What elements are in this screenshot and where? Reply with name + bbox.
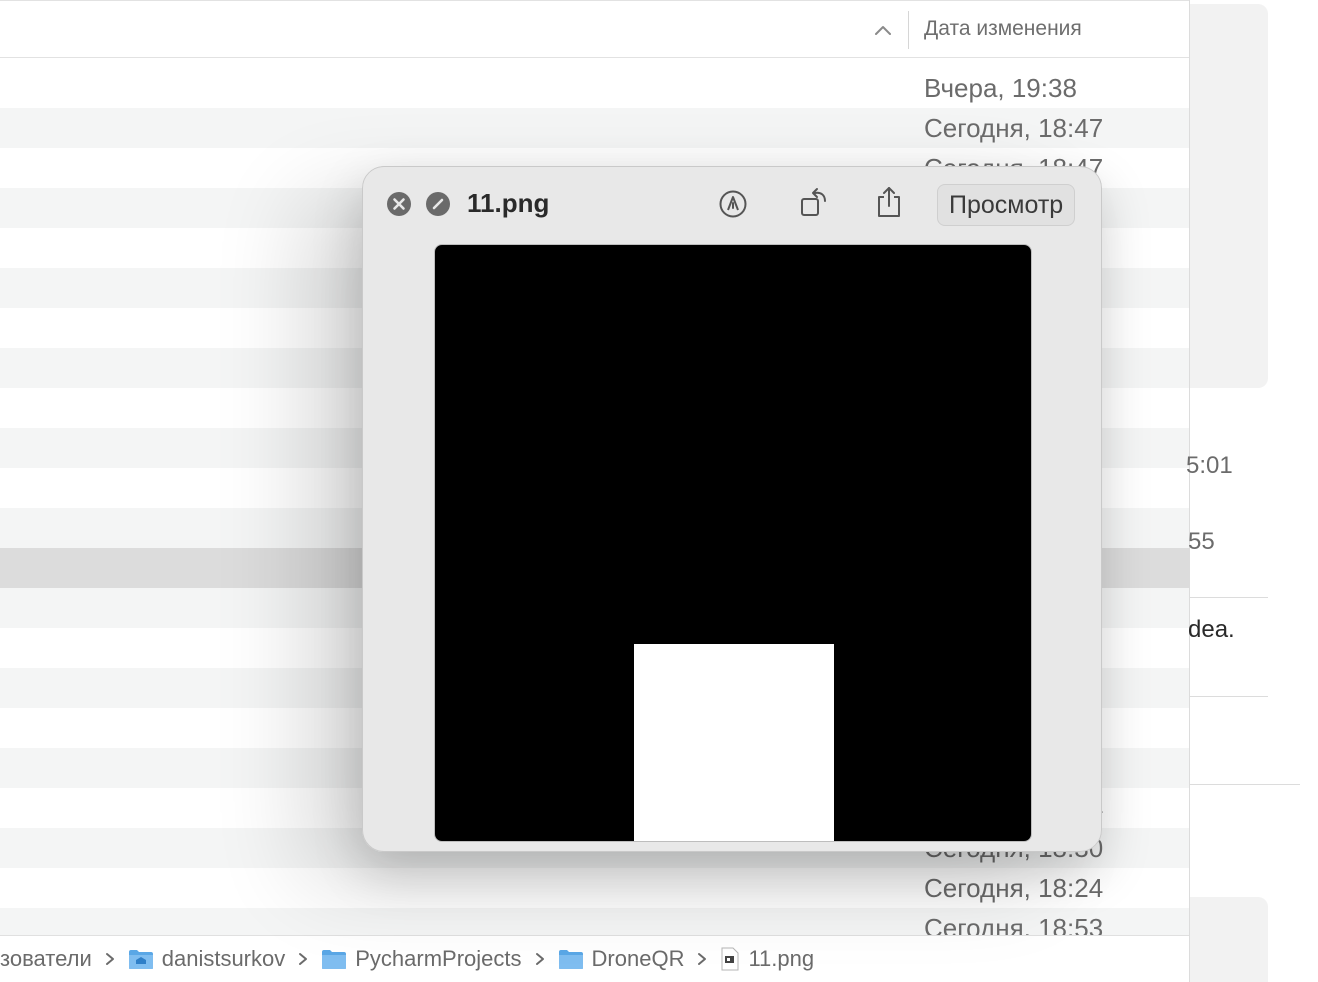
path-item[interactable]: 11.png — [720, 946, 814, 972]
chevron-right-icon — [535, 953, 544, 965]
home-folder-icon — [128, 949, 153, 969]
png-file-icon — [721, 947, 739, 971]
folder-icon — [322, 949, 347, 969]
path-item[interactable]: зователи — [0, 946, 92, 972]
path-item-label: 11.png — [748, 946, 815, 971]
path-item[interactable]: PycharmProjects — [321, 946, 522, 972]
close-icon[interactable] — [386, 191, 412, 217]
quicklook-window: 11.png Просмотр — [362, 166, 1102, 852]
inspector-card — [1190, 4, 1268, 388]
inspector-time: 5:01 — [1186, 452, 1233, 479]
markup-icon[interactable] — [718, 189, 748, 219]
row-date-modified: Сегодня, 18:47 — [924, 113, 1104, 143]
path-item[interactable]: DroneQR — [558, 946, 685, 972]
inspector-time: 55 — [1188, 528, 1215, 555]
path-item-label: PycharmProjects — [355, 946, 522, 971]
row-date-modified: Вчера, 19:38 — [924, 73, 1077, 103]
image-white-region — [634, 644, 834, 841]
image-preview — [434, 244, 1032, 842]
inspector-text: dea. — [1188, 616, 1235, 643]
inspector-card — [1190, 897, 1268, 982]
column-divider[interactable] — [908, 11, 909, 49]
desktop: Дата изменения Вчера, 19:38 Сегодня, 18:4… — [0, 0, 1318, 982]
column-header: Дата изменения — [0, 0, 1189, 58]
open-with-preview-button[interactable]: Просмотр — [937, 184, 1076, 226]
path-item[interactable]: danistsurkov — [128, 946, 286, 972]
rotate-icon[interactable] — [799, 187, 829, 219]
fullscreen-icon[interactable] — [425, 191, 451, 217]
folder-icon — [558, 949, 583, 969]
divider — [1190, 784, 1300, 785]
chevron-up-icon[interactable] — [874, 22, 892, 38]
divider — [1190, 696, 1268, 697]
column-date-modified[interactable]: Дата изменения — [924, 17, 1082, 41]
divider — [1190, 597, 1268, 598]
quicklook-title: 11.png — [467, 188, 550, 218]
table-row[interactable]: Вчера, 19:38 — [0, 68, 1189, 108]
share-icon[interactable] — [874, 185, 904, 219]
row-date-modified: Сегодня, 18:24 — [924, 873, 1104, 903]
chevron-right-icon — [698, 953, 707, 965]
path-item-label: DroneQR — [591, 946, 685, 971]
chevron-right-icon — [299, 953, 308, 965]
chevron-right-icon — [105, 953, 114, 965]
table-row[interactable]: Сегодня, 18:47 — [0, 108, 1189, 148]
path-item-label: зователи — [0, 946, 92, 971]
path-item-label: danistsurkov — [161, 946, 286, 971]
path-bar: зователи danistsurkov PycharmProjects Drone… — [0, 935, 1189, 982]
table-row[interactable]: Сегодня, 18:24 — [0, 868, 1189, 908]
